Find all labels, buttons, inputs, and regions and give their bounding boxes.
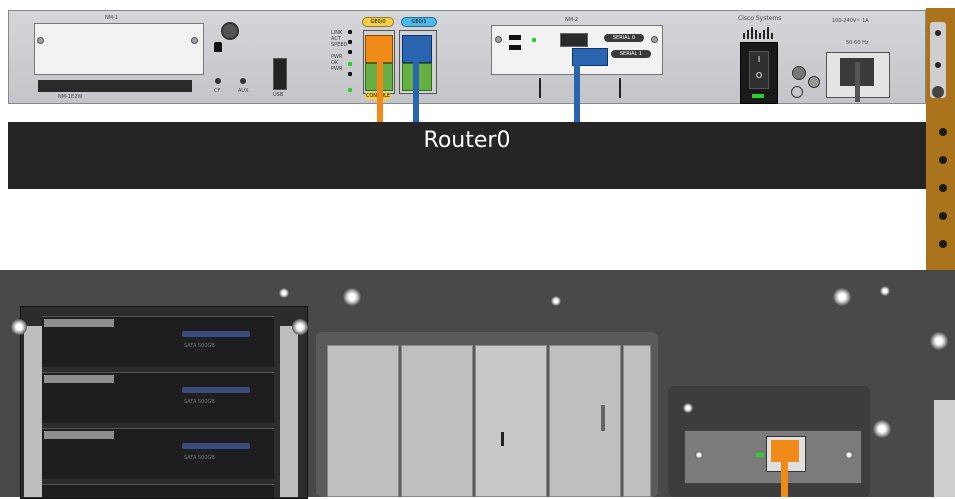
module-bay-empty[interactable] — [34, 23, 204, 75]
status-led — [348, 30, 352, 34]
rack-ear-hole — [935, 62, 941, 68]
usb-label: USB — [273, 92, 284, 98]
ground-screw-icon — [808, 76, 820, 88]
cf-label: CF — [214, 88, 221, 94]
port-label-ge0: GE0/0 — [362, 17, 394, 27]
led-label-column: LINK ACT SPEED PWR OK PWR — [331, 30, 347, 72]
bolt-icon — [292, 319, 308, 335]
device-name-label: Router0 — [423, 128, 511, 153]
power-led — [752, 94, 764, 98]
drive-label: SATA 500GB — [184, 455, 215, 461]
ground-screw-icon — [792, 66, 806, 80]
lock-icon — [214, 42, 222, 52]
screw-icon — [651, 36, 658, 43]
serial-slot-icon — [509, 45, 521, 50]
expansion-slot[interactable] — [475, 345, 547, 497]
led-label: PWR — [331, 66, 343, 72]
bolt-icon — [833, 288, 851, 306]
nic-link-led — [756, 453, 764, 457]
serial-label-0: SERIAL 0 — [604, 34, 644, 42]
status-led-green — [348, 62, 352, 66]
ethernet-port-ge0[interactable] — [365, 35, 393, 63]
module-bay-label: NM-2 — [565, 17, 579, 23]
serial-label-1: SERIAL 1 — [611, 50, 651, 58]
status-led — [348, 72, 352, 76]
drive-cage-rail-right — [280, 326, 298, 497]
drive-bay[interactable]: SATA 500GB — [42, 316, 274, 367]
serial-port-0[interactable] — [560, 33, 588, 47]
expansion-slot[interactable] — [623, 345, 651, 497]
rail-hole — [939, 240, 947, 248]
console-cable[interactable] — [413, 60, 419, 122]
rack-ear-screw-icon — [932, 86, 944, 98]
nic-ethernet-plug[interactable] — [771, 440, 799, 462]
server-side-panel — [934, 400, 955, 497]
slot-latch-icon — [501, 432, 504, 446]
bolt-icon — [279, 288, 289, 298]
bolt-icon — [343, 288, 361, 306]
serial-slot-icon — [509, 35, 521, 40]
power-knob-icon — [221, 22, 239, 40]
power-rating-label: 100-240V~ 1A — [832, 18, 869, 24]
screw-icon — [495, 36, 502, 43]
rack-ear-hole — [935, 30, 941, 36]
module-bay-label: NM-1 — [105, 15, 119, 21]
bolt-icon — [845, 451, 853, 459]
drive-label: SATA 500GB — [184, 399, 215, 405]
aux-label: AUX — [238, 88, 249, 94]
screw-icon — [191, 37, 198, 44]
module-slot-blank — [38, 80, 192, 92]
aux-led — [240, 78, 246, 84]
rail-hole — [939, 212, 947, 220]
usb-port[interactable] — [273, 58, 287, 90]
screw-icon — [37, 37, 44, 44]
drive-bay[interactable]: SATA 500GB — [42, 372, 274, 423]
expansion-slot[interactable] — [549, 345, 621, 497]
bolt-icon — [683, 403, 693, 413]
led-label: SPEED — [331, 42, 348, 48]
drive-bay[interactable]: SATA 500GB — [42, 428, 274, 479]
expansion-slot[interactable] — [327, 345, 399, 497]
bolt-icon — [873, 420, 891, 438]
nic-ethernet-cable[interactable] — [781, 462, 788, 497]
status-led — [348, 40, 352, 44]
expansion-slot[interactable] — [401, 345, 473, 497]
bolt-icon — [695, 451, 703, 459]
drive-label: SATA 500GB — [184, 343, 215, 349]
ethernet-cable[interactable] — [377, 60, 383, 122]
rail-hole — [939, 128, 947, 136]
rail-hole — [939, 156, 947, 164]
status-led-green — [348, 88, 352, 92]
bolt-icon — [880, 286, 890, 296]
brand-label: Cisco Systems — [738, 15, 782, 22]
bolt-icon — [551, 296, 561, 306]
port-label-ge1: GE0/1 — [401, 17, 437, 27]
drive-bay[interactable] — [42, 484, 274, 498]
bolt-icon — [11, 319, 27, 335]
drive-cage-rail-left — [24, 326, 42, 497]
slot-latch-icon — [601, 405, 605, 431]
status-led — [348, 50, 352, 54]
slot-caption: NM-1E2W — [58, 94, 83, 100]
power-cord[interactable] — [855, 62, 860, 102]
switch-on-label: I — [757, 55, 761, 64]
switch-off-label: O — [755, 71, 763, 80]
ground-symbol-icon — [791, 86, 803, 98]
cisco-logo-icon — [741, 24, 775, 39]
cf-led — [215, 78, 221, 84]
rail-hole — [939, 184, 947, 192]
bolt-icon — [930, 332, 948, 350]
power-frequency-label: 50-60 Hz — [846, 40, 869, 46]
console-port[interactable] — [402, 35, 432, 63]
status-led-green — [532, 38, 536, 42]
empty-slot-bracket — [539, 78, 621, 98]
